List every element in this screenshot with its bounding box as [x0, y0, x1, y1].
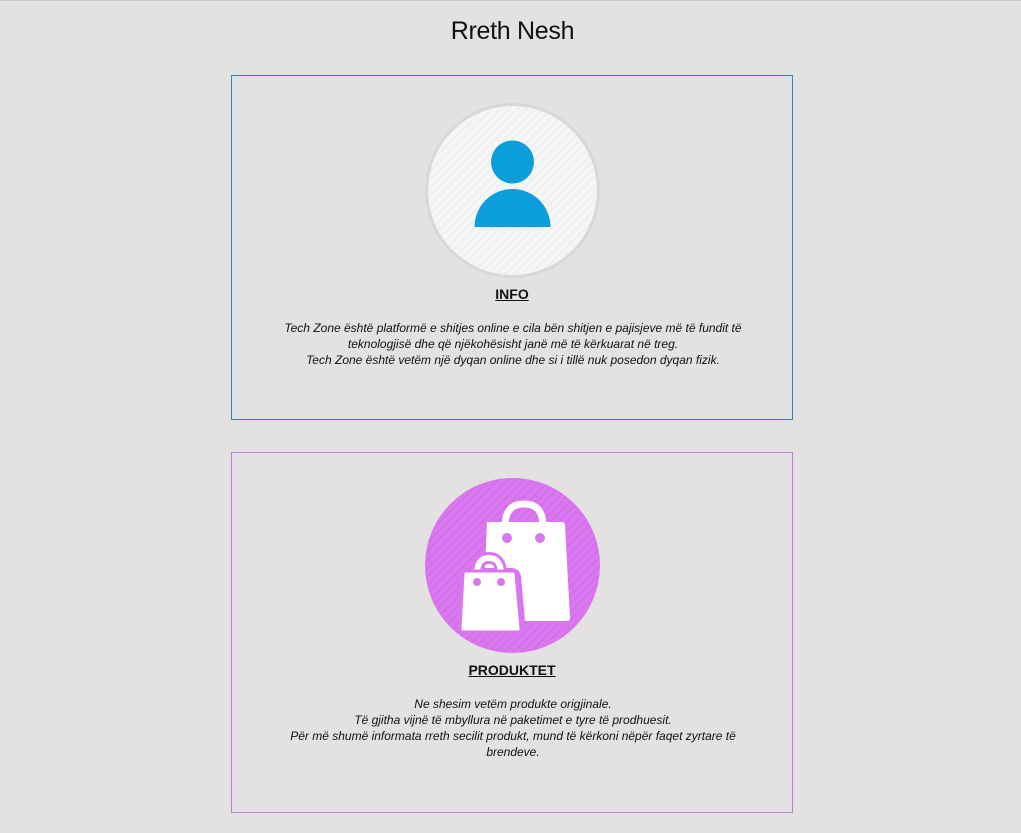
info-heading: INFO	[495, 286, 529, 302]
products-text-line: Të gjitha vijnë të mbyllura në paketimet…	[354, 713, 672, 727]
info-text-line: Tech Zone është vetëm një dyqan online d…	[306, 353, 720, 367]
products-card: PRODUKTET Ne shesim vetëm produkte origj…	[231, 452, 793, 813]
products-text-line: Ne shesim vetëm produkte origjinale.	[414, 697, 612, 711]
products-text: Ne shesim vetëm produkte origjinale. Të …	[272, 696, 754, 760]
products-text-line: Për më shumë informata rreth secilit pro…	[290, 729, 736, 759]
info-card: INFO Tech Zone është platformë e shitjes…	[231, 75, 793, 420]
info-text: Tech Zone është platformë e shitjes onli…	[272, 320, 754, 368]
products-heading: PRODUKTET	[468, 662, 556, 678]
shopping-bags-icon	[458, 500, 570, 634]
products-icon-circle	[425, 478, 600, 653]
user-icon	[474, 140, 551, 227]
info-icon-circle	[425, 103, 600, 278]
info-text-line: Tech Zone është platformë e shitjes onli…	[284, 321, 742, 351]
page-title: Rreth Nesh	[450, 17, 575, 45]
